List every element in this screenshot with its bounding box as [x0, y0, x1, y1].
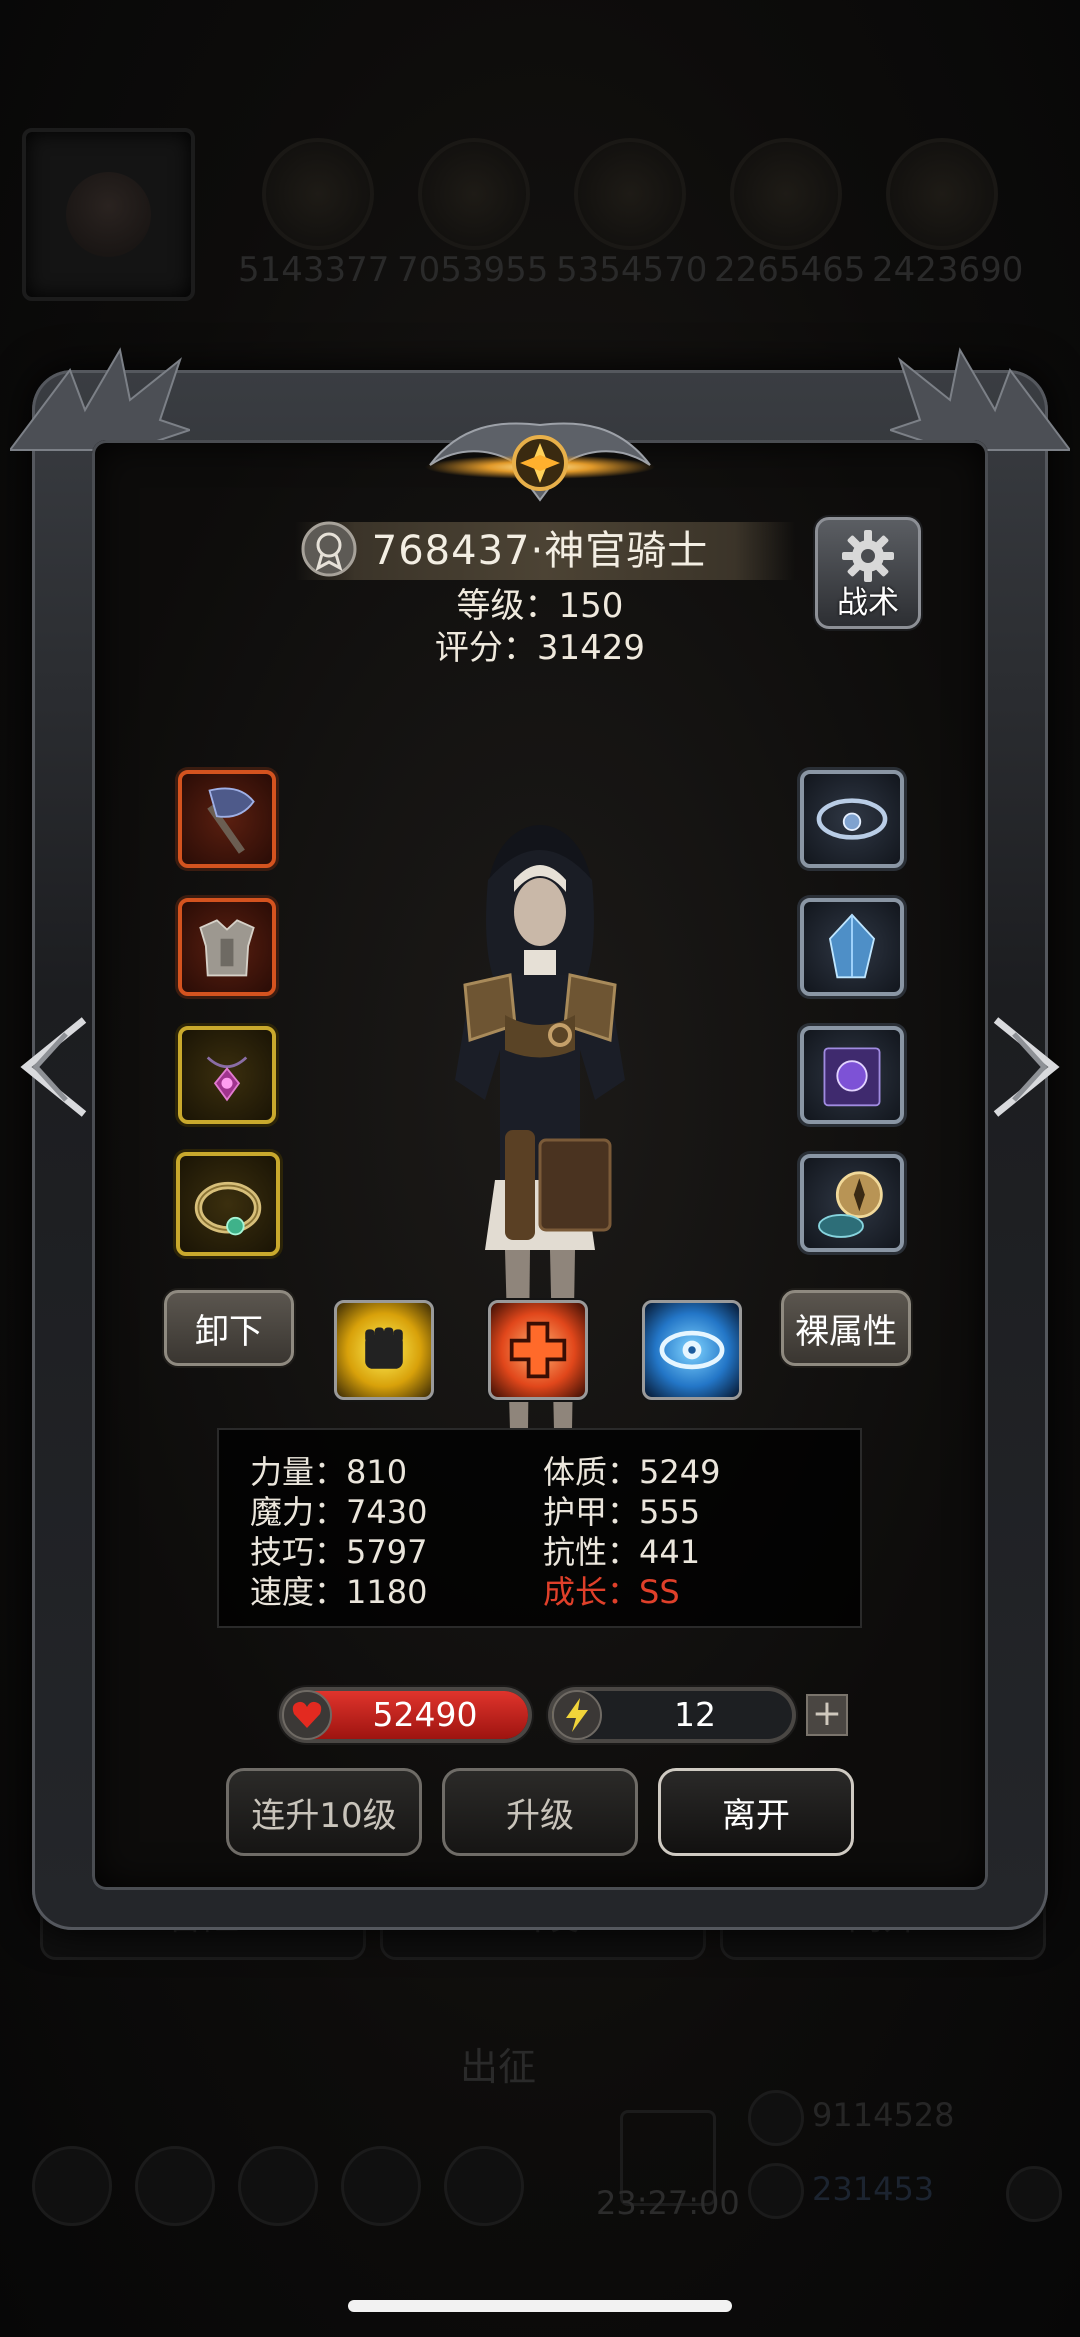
background-menu-icon [135, 2146, 215, 2226]
background-deploy-label: 出征 [460, 2045, 537, 2089]
unequip-button[interactable]: 卸下 [164, 1290, 294, 1366]
background-menu-icon [32, 2146, 112, 2226]
skill-strength[interactable] [334, 1300, 434, 1400]
stat-resistance: 抗性：441 [543, 1533, 701, 1571]
energy-value: 12 [674, 1695, 716, 1734]
tactics-button[interactable]: 战术 [815, 517, 921, 629]
background-menu-icon [238, 2146, 318, 2226]
background-gem-icon [748, 2163, 804, 2219]
upgrade-button[interactable]: 升级 [442, 1768, 638, 1856]
background-clock: 23:27:00 [596, 2184, 740, 2222]
chest-armor-icon [199, 919, 255, 977]
axe-icon [207, 787, 255, 854]
background-resource-value: 2265465 [714, 250, 866, 290]
background-resource-value: 5143377 [238, 250, 390, 290]
background-gold-value: 9114528 [812, 2096, 955, 2134]
fist-icon [365, 1327, 403, 1369]
background-resource-icon [886, 138, 998, 250]
heart-icon [282, 1690, 332, 1740]
base-attributes-button[interactable]: 裸属性 [781, 1290, 911, 1366]
leave-button[interactable]: 离开 [658, 1768, 854, 1856]
heal-cross-icon [509, 1321, 567, 1379]
equip-slot-rune[interactable] [800, 770, 904, 868]
hero-score: 评分：31429 [434, 628, 646, 668]
background-gold-icon [748, 2090, 804, 2146]
amulet-icon [206, 1056, 248, 1102]
skill-insight[interactable] [642, 1300, 742, 1400]
stat-speed: 速度：1180 [250, 1573, 428, 1611]
home-indicator[interactable] [348, 2300, 732, 2312]
ring-icon [194, 1181, 262, 1236]
tactics-label: 战术 [837, 585, 899, 621]
stat-strength: 力量：810 [250, 1453, 408, 1491]
stat-skill: 技巧：5797 [250, 1533, 428, 1571]
crystal-icon [828, 913, 876, 979]
compass-icon [818, 1171, 883, 1238]
equip-slot-armor[interactable] [178, 898, 276, 996]
equip-slot-amulet[interactable] [178, 1026, 276, 1124]
background-resource-value: 7053955 [397, 250, 549, 290]
upgrade-10-levels-button[interactable]: 连升10级 [226, 1768, 422, 1856]
hero-name: 768437·神官骑士 [371, 528, 709, 574]
lightning-icon [552, 1690, 602, 1740]
next-hero-arrow-icon[interactable] [986, 1012, 1066, 1122]
stat-constitution: 体质：5249 [543, 1453, 721, 1491]
background-gem-value: 231453 [812, 2170, 935, 2208]
eye-rune-icon [816, 798, 888, 840]
background-resource-icon [574, 138, 686, 250]
background-resource-icon [418, 138, 530, 250]
eye-icon [659, 1330, 725, 1370]
hp-value: 52490 [372, 1695, 478, 1734]
stat-growth: 成长：SS [543, 1573, 680, 1611]
stat-magic: 魔力：7430 [250, 1493, 428, 1531]
background-resource-value: 2423690 [872, 250, 1024, 290]
add-energy-button[interactable]: + [806, 1694, 848, 1736]
previous-hero-arrow-icon[interactable] [14, 1012, 94, 1122]
gear-icon [842, 530, 894, 582]
background-avatar [22, 128, 195, 301]
spellbook-icon [823, 1047, 881, 1107]
equip-slot-compass[interactable] [800, 1154, 904, 1252]
equip-slot-crystal[interactable] [800, 898, 904, 996]
stat-armor: 护甲：555 [543, 1493, 701, 1531]
skill-heal[interactable] [488, 1300, 588, 1400]
background-resource-value: 5354570 [556, 250, 708, 290]
background-menu-icon [444, 2146, 524, 2226]
background-add-icon [1006, 2166, 1062, 2222]
background-resource-icon [262, 138, 374, 250]
background-menu-icon [341, 2146, 421, 2226]
equip-slot-ring[interactable] [176, 1152, 280, 1256]
crest-emblem-icon [425, 422, 655, 502]
background-resource-icon [730, 138, 842, 250]
equip-slot-weapon[interactable] [178, 770, 276, 868]
equip-slot-book[interactable] [800, 1026, 904, 1124]
